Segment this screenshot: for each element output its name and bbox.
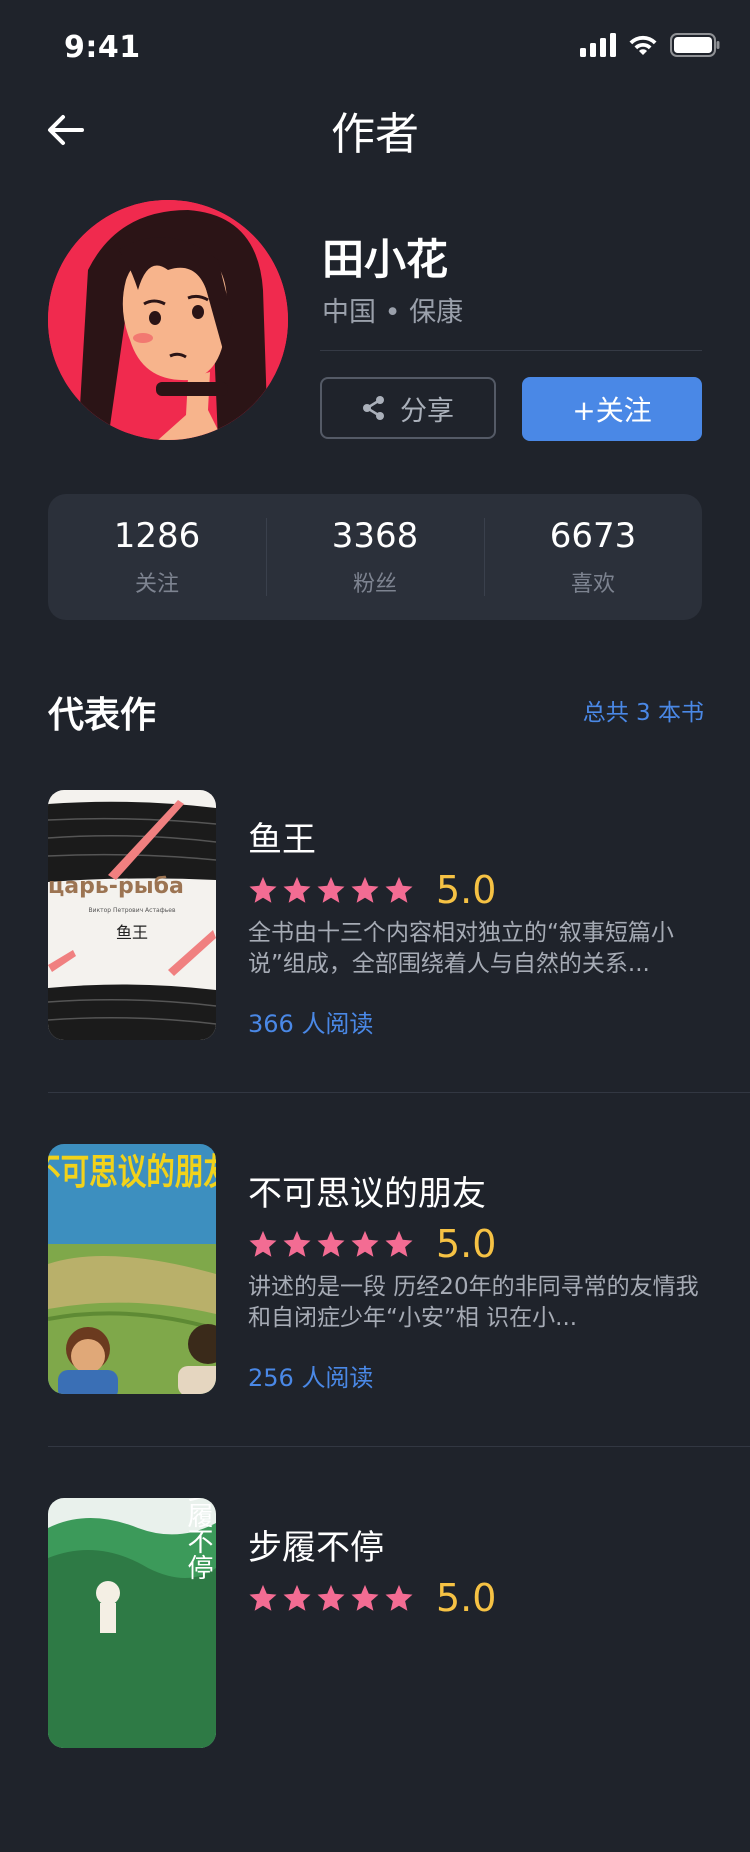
avatar-illustration xyxy=(48,200,288,440)
rating: 5.0 xyxy=(248,1576,496,1620)
star-icon xyxy=(283,1584,311,1611)
rating: 5.0 xyxy=(248,868,496,912)
status-icons xyxy=(580,30,720,60)
book-item[interactable]: 不可思议的朋友 不可思议的朋友 5.0 讲述的是一段 历经20年的非同寻常的友情… xyxy=(0,1144,750,1498)
wifi-icon xyxy=(629,35,657,55)
book-cover[interactable]: царь-рыба Виктор Петрович Астафьев 鱼王 xyxy=(48,790,216,1040)
star-icon xyxy=(385,1584,413,1611)
rating-score: 5.0 xyxy=(436,868,497,912)
stat-value: 3368 xyxy=(331,516,419,556)
star-icon xyxy=(317,1230,345,1257)
section-title: 代表作 xyxy=(48,695,157,736)
divider xyxy=(48,1446,750,1447)
stat-label: 关注 xyxy=(134,572,179,597)
stat-value: 1286 xyxy=(113,516,201,556)
book-cover-art: 不可思议的朋友 xyxy=(48,1144,216,1394)
star-icon xyxy=(283,876,311,903)
star-icon xyxy=(317,1584,345,1611)
cover-title: 不可思议的朋友 xyxy=(48,1152,216,1193)
rating-stars xyxy=(248,875,414,905)
author-location: 中国 • 保康 xyxy=(322,297,464,328)
book-title: 步履不停 xyxy=(248,1528,384,1568)
stat-followers[interactable]: 3368 粉丝 xyxy=(266,494,484,620)
stat-likes[interactable]: 6673 喜欢 xyxy=(484,494,702,620)
stat-value: 6673 xyxy=(549,516,637,556)
stat-label: 喜欢 xyxy=(570,572,615,597)
book-cover-art: царь-рыба Виктор Петрович Астафьев 鱼王 xyxy=(48,790,216,1040)
star-icon xyxy=(351,876,379,903)
rating-score: 5.0 xyxy=(436,1576,497,1620)
read-count: 366 人阅读 xyxy=(248,1010,374,1038)
divider xyxy=(48,1092,750,1093)
nav-bar: 作者 xyxy=(0,90,750,170)
page-title: 作者 xyxy=(331,109,419,160)
share-label: 分享 xyxy=(400,395,454,427)
rating: 5.0 xyxy=(248,1222,496,1266)
book-cover[interactable]: 步履不停 xyxy=(48,1498,216,1748)
star-icon xyxy=(249,876,277,903)
battery-icon xyxy=(670,33,720,57)
star-icon xyxy=(385,1230,413,1257)
cover-title-cn: 鱼王 xyxy=(116,923,148,942)
book-item[interactable]: 步履不停 步履不停 5.0 xyxy=(0,1498,750,1852)
rating-score: 5.0 xyxy=(436,1222,497,1266)
author-name: 田小花 xyxy=(322,235,449,284)
share-icon xyxy=(363,396,384,420)
book-item[interactable]: царь-рыба Виктор Петрович Астафьев 鱼王 鱼王… xyxy=(0,790,750,1144)
status-time: 9:41 xyxy=(64,30,141,65)
stat-following[interactable]: 1286 关注 xyxy=(48,494,266,620)
share-button[interactable]: 分享 xyxy=(320,377,496,439)
cover-title: 步履不停 xyxy=(183,1498,213,1580)
signal-icon xyxy=(580,33,616,57)
follow-button[interactable]: +关注 xyxy=(522,377,702,441)
book-cover[interactable]: 不可思议的朋友 xyxy=(48,1144,216,1394)
star-icon xyxy=(249,1584,277,1611)
cover-title-ru: царь-рыба xyxy=(48,874,184,899)
book-description: 讲述的是一段 历经20年的非同寻常的友情我和自闭症少年“小安”相 识在小... xyxy=(248,1274,699,1331)
star-icon xyxy=(385,876,413,903)
star-icon xyxy=(317,876,345,903)
avatar[interactable] xyxy=(48,200,288,440)
rating-stars xyxy=(248,1583,414,1613)
book-cover-art: 步履不停 xyxy=(48,1498,216,1748)
rating-stars xyxy=(248,1229,414,1259)
star-icon xyxy=(249,1230,277,1257)
stat-label: 粉丝 xyxy=(352,572,397,597)
cover-author-ru: Виктор Петрович Астафьев xyxy=(88,907,176,914)
book-description: 全书由十三个内容相对独立的“叙事短篇小说”组成，全部围绕着人与自然的关系... xyxy=(248,920,674,977)
divider xyxy=(320,350,702,351)
star-icon xyxy=(351,1230,379,1257)
star-icon xyxy=(351,1584,379,1611)
book-count-link[interactable]: 总共 3 本书 xyxy=(583,693,704,727)
star-icon xyxy=(283,1230,311,1257)
book-title: 鱼王 xyxy=(248,820,316,860)
read-count: 256 人阅读 xyxy=(248,1364,374,1392)
status-bar: 9:41 xyxy=(0,0,750,90)
book-title: 不可思议的朋友 xyxy=(248,1174,486,1214)
stats-card: 1286 关注 3368 粉丝 6673 喜欢 xyxy=(48,494,702,620)
